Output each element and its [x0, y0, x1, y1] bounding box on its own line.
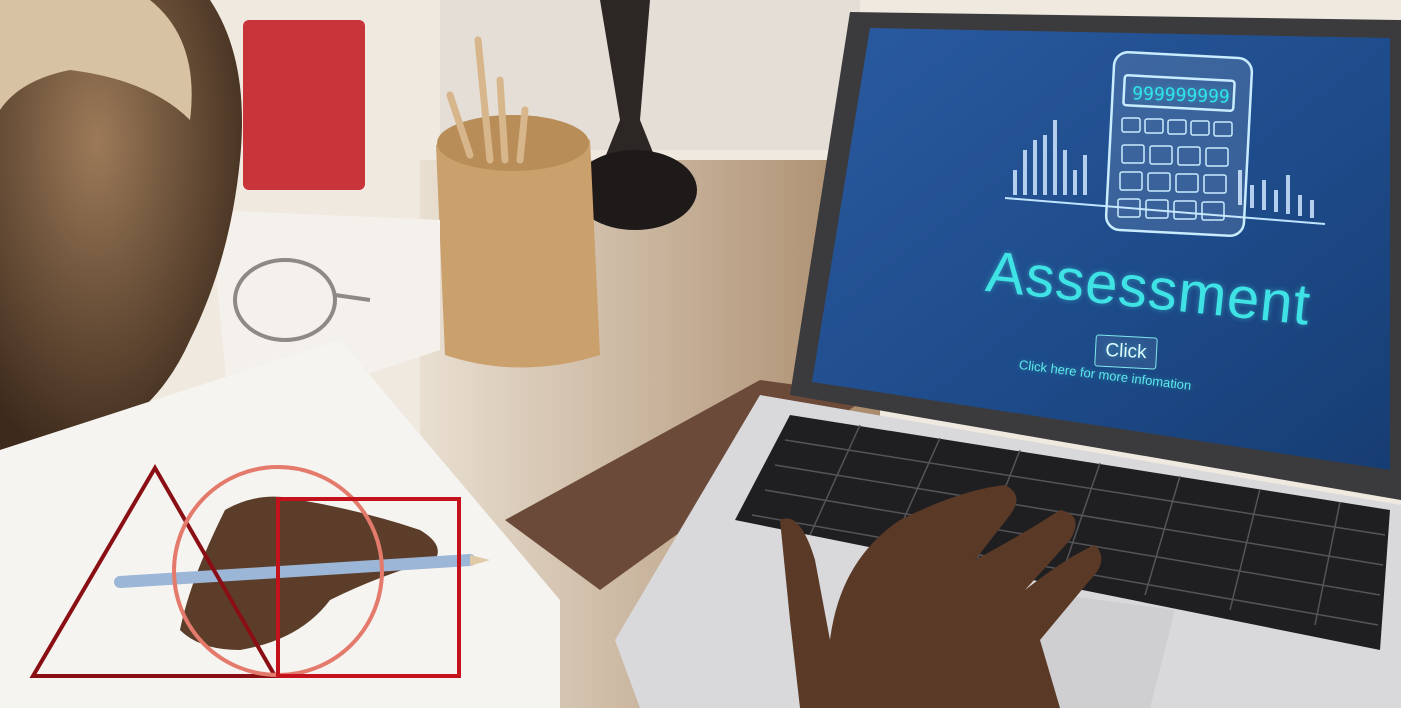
click-button[interactable]: Click: [1094, 334, 1158, 370]
photo-scene: 999999999 Assessment Click Click here fo…: [0, 0, 1401, 708]
calculator-display: 999999999: [1131, 82, 1231, 108]
red-object: [243, 20, 365, 190]
